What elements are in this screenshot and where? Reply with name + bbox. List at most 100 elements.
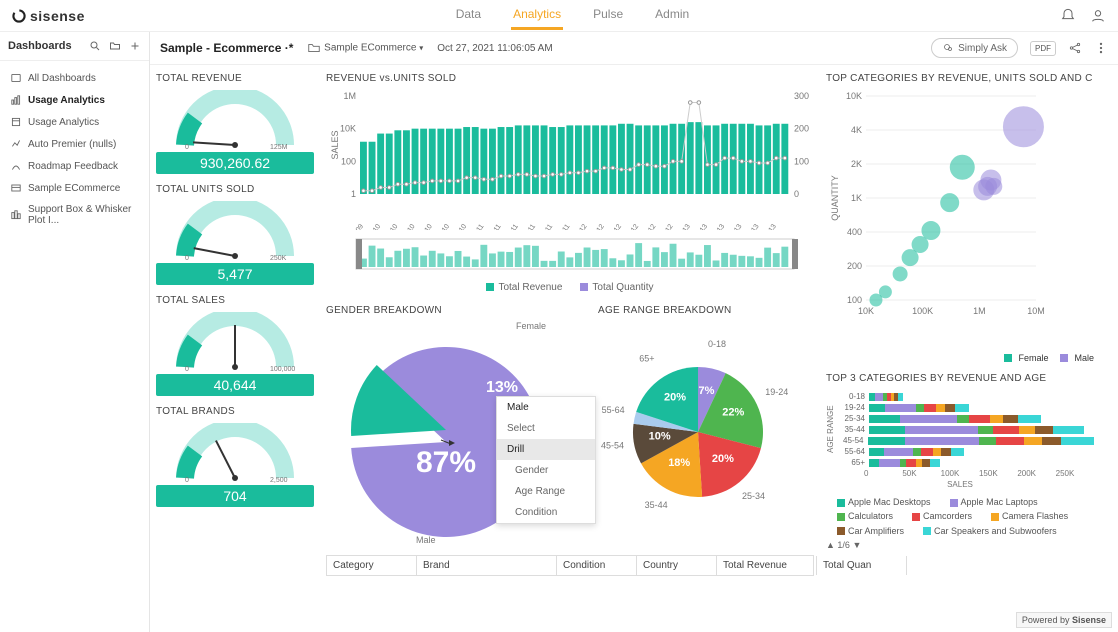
cat-legend-1: Apple Mac Laptops: [939, 497, 1038, 507]
powered-by: Powered by sisense: [1016, 612, 1112, 628]
svg-text:2K: 2K: [851, 159, 862, 169]
table-col-header[interactable]: Brand: [417, 556, 557, 575]
gauge-revenue: 0 125M 930,260.62: [156, 90, 314, 174]
svg-text:10K: 10K: [846, 91, 862, 101]
svg-text:300: 300: [794, 91, 809, 101]
svg-text:20%: 20%: [712, 453, 734, 465]
cat-legend-0: Apple Mac Desktops: [826, 497, 931, 507]
gauge-sales-title: TOTAL SALES: [156, 295, 314, 306]
svg-text:35-44: 35-44: [645, 500, 668, 510]
svg-text:0: 0: [794, 189, 799, 199]
nav-pulse[interactable]: Pulse: [591, 1, 625, 30]
user-icon[interactable]: [1090, 8, 1106, 24]
range-selector[interactable]: [326, 237, 816, 275]
data-table-header: CategoryBrandConditionCountryTotal Reven…: [326, 555, 814, 576]
label-female: Female: [516, 321, 546, 331]
context-menu: Male Select Drill Gender Age Range Condi…: [496, 396, 596, 524]
svg-text:0: 0: [185, 255, 189, 261]
svg-text:0: 0: [185, 366, 189, 372]
svg-text:45-54: 45-54: [601, 440, 624, 450]
svg-text:200: 200: [794, 124, 809, 134]
svg-text:22%: 22%: [722, 406, 744, 418]
sidebar-item-1[interactable]: Usage Analytics: [0, 89, 149, 111]
svg-text:Jul 2012: Jul 2012: [619, 223, 640, 230]
table-col-header[interactable]: Category: [327, 556, 417, 575]
svg-text:1M: 1M: [343, 91, 356, 101]
ctx-condition[interactable]: Condition: [497, 502, 595, 523]
gauge-brands: 0 2,500 704: [156, 423, 314, 507]
ctx-age[interactable]: Age Range: [497, 481, 595, 502]
table-col-header[interactable]: Country: [637, 556, 717, 575]
svg-text:13%: 13%: [486, 379, 518, 396]
stacked-title: TOP 3 CATEGORIES BY REVENUE AND AGE: [826, 373, 1094, 384]
pdf-button[interactable]: PDF: [1030, 41, 1056, 56]
share-icon[interactable]: [1068, 41, 1082, 55]
search-icon[interactable]: [89, 40, 101, 52]
nav-data[interactable]: Data: [454, 1, 483, 30]
gauge-units: 0 250K 5,477: [156, 201, 314, 285]
stacked-ylabel: AGE RANGE: [826, 390, 835, 469]
sidebar-item-0[interactable]: All Dashboards: [0, 67, 149, 89]
bell-icon[interactable]: [1060, 8, 1076, 24]
legend-total-quantity: Total Quantity: [580, 282, 653, 293]
age-pie[interactable]: 7%0-1822%19-2420%25-3418%35-4410%45-5455…: [598, 322, 818, 542]
ctx-gender[interactable]: Gender: [497, 460, 595, 481]
svg-text:100: 100: [341, 156, 356, 166]
simply-ask-button[interactable]: Simply Ask: [931, 38, 1018, 58]
nav-admin[interactable]: Admin: [653, 1, 691, 30]
svg-text:Jul 2010: Jul 2010: [413, 223, 434, 230]
ctx-drill[interactable]: Drill: [497, 439, 595, 460]
more-icon[interactable]: [1094, 41, 1108, 55]
revenue-units-chart[interactable]: 1M10K10013002001000SALESNov 2009Jan 2010…: [326, 90, 816, 230]
svg-text:20%: 20%: [664, 391, 686, 403]
svg-text:QUANTITY: QUANTITY: [830, 175, 840, 221]
svg-text:1K: 1K: [851, 193, 862, 203]
sidebar-item-3[interactable]: Auto Premier (nulls): [0, 133, 149, 155]
label-male: Male: [416, 535, 436, 545]
svg-text:4K: 4K: [851, 125, 862, 135]
svg-text:Jul 2011: Jul 2011: [516, 223, 537, 230]
gauge-units-title: TOTAL UNITS SOLD: [156, 184, 314, 195]
svg-text:1M: 1M: [973, 306, 986, 316]
svg-text:19-24: 19-24: [765, 387, 788, 397]
svg-text:25-34: 25-34: [742, 491, 765, 501]
svg-text:0: 0: [185, 144, 189, 150]
scatter-title: TOP CATEGORIES BY REVENUE, UNITS SOLD AN…: [826, 73, 1094, 84]
legend-total-revenue: Total Revenue: [486, 282, 562, 293]
svg-text:100: 100: [794, 156, 809, 166]
ctx-header: Male: [497, 397, 595, 418]
table-col-header[interactable]: Total Revenue: [717, 556, 817, 575]
svg-text:125M: 125M: [270, 144, 288, 150]
svg-text:100: 100: [847, 295, 862, 305]
cat-legend-6: Car Speakers and Subwoofers: [912, 526, 1057, 536]
cat-legend-4: Camera Flashes: [980, 511, 1068, 521]
svg-text:SALES: SALES: [330, 130, 340, 159]
svg-text:200: 200: [847, 261, 862, 271]
gauge-sales: 0 100,000 40,644: [156, 312, 314, 396]
svg-text:Jul 2013: Jul 2013: [723, 223, 744, 230]
folder-breadcrumb[interactable]: Sample ECommerce ▾: [307, 41, 423, 55]
ctx-select[interactable]: Select: [497, 418, 595, 439]
sidebar-item-4[interactable]: Roadmap Feedback: [0, 155, 149, 177]
svg-text:0-18: 0-18: [708, 339, 726, 349]
svg-text:400: 400: [847, 227, 862, 237]
dashboard-title: Sample - Ecommerce ·*: [160, 41, 293, 55]
sidebar-item-5[interactable]: Sample ECommerce: [0, 177, 149, 199]
legend-female: Female: [1018, 353, 1048, 363]
gender-title: GENDER BREAKDOWN: [326, 305, 586, 316]
folder-icon[interactable]: [109, 40, 121, 52]
svg-text:87%: 87%: [416, 446, 476, 479]
gauge-revenue-title: TOTAL REVENUE: [156, 73, 314, 84]
svg-text:65+: 65+: [639, 354, 654, 364]
legend-male: Male: [1074, 353, 1094, 363]
plus-icon[interactable]: [129, 40, 141, 52]
table-col-header[interactable]: Condition: [557, 556, 637, 575]
stacked-bars-chart[interactable]: 0-1819-2425-3435-4445-5455-6465+: [835, 390, 1094, 469]
sidebar-item-2[interactable]: Usage Analytics: [0, 111, 149, 133]
cat-legend-5: Car Amplifiers: [826, 526, 904, 536]
sidebar-item-6[interactable]: Support Box & Whisker Plot I...: [0, 199, 149, 231]
svg-text:2,500: 2,500: [270, 477, 288, 483]
nav-analytics[interactable]: Analytics: [511, 1, 563, 30]
sidebar-title: Dashboards: [8, 40, 72, 52]
scatter-chart[interactable]: 10K4K2K1K40020010010K100K1M10MQUANTITY: [826, 90, 1096, 320]
